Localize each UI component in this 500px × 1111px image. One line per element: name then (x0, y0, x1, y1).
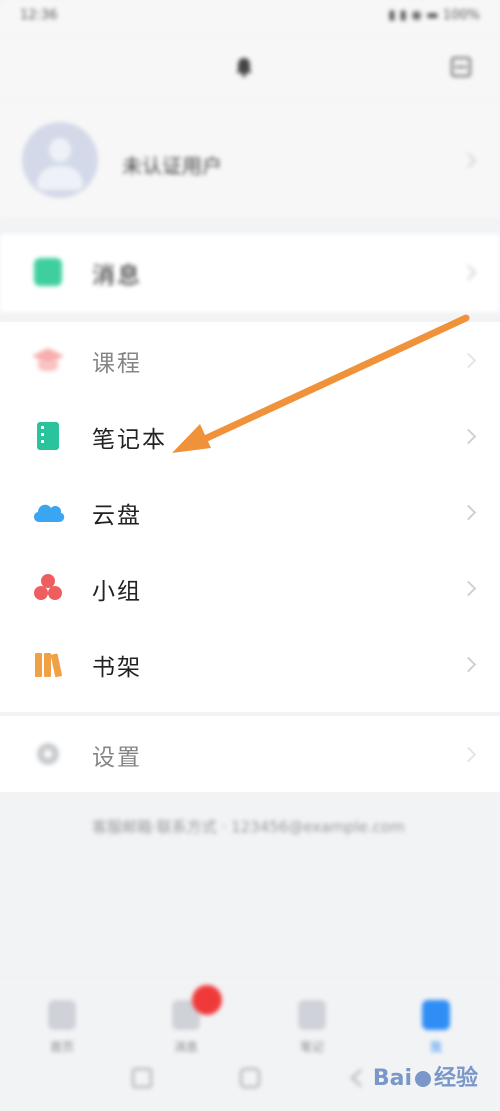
watermark-text-right: 经验 (433, 1066, 478, 1091)
paw-logo-icon (414, 1071, 431, 1087)
watermark-text-left: Bai (372, 1066, 412, 1091)
baidu-watermark: Bai 经验 (373, 1060, 478, 1092)
annotation-arrow (172, 314, 470, 453)
